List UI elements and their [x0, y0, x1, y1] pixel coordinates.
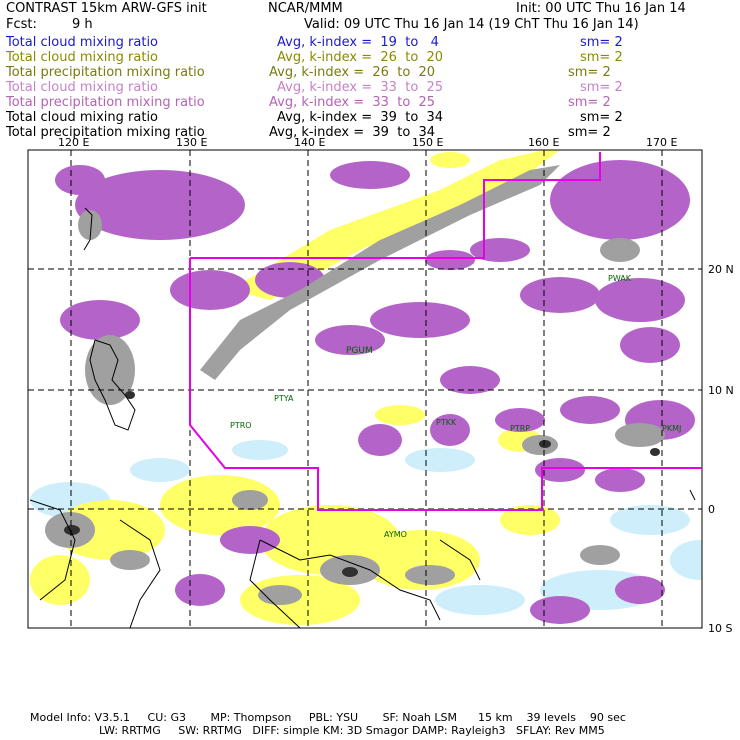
lon-label: 120 E — [58, 136, 90, 149]
station-label: PKMJ — [662, 424, 682, 433]
model-info-line2: LW: RRTMG SW: RRTMG DIFF: simple KM: 3D … — [99, 724, 605, 737]
fcst-value: 9 h — [72, 17, 93, 32]
lon-label: 140 E — [294, 136, 326, 149]
fcst-label: Fcst: — [6, 17, 37, 32]
map-title: CONTRAST 15km ARW-GFS init — [6, 1, 207, 16]
station-label: PTRO — [230, 421, 252, 430]
lon-label: 130 E — [176, 136, 208, 149]
lon-label: 160 E — [528, 136, 560, 149]
station-label: PTYA — [274, 394, 294, 403]
station-label: PWAK — [608, 274, 632, 283]
init-time: Init: 00 UTC Thu 16 Jan 14 — [516, 1, 686, 16]
lat-label: 20 N — [708, 263, 734, 276]
station-label: AYMO — [384, 530, 407, 539]
model-info-line1: Model Info: V3.5.1 CU: G3 MP: Thompson P… — [30, 711, 626, 724]
station-label: PGUM — [346, 346, 373, 356]
lon-label: 150 E — [412, 136, 444, 149]
lat-label: 10 N — [708, 384, 734, 397]
station-label: PTKK — [436, 418, 457, 427]
lon-label: 170 E — [646, 136, 678, 149]
org-label: NCAR/MMM — [268, 1, 343, 16]
field-row: Total precipitation mixing ratio Avg, k-i… — [6, 125, 611, 140]
valid-time: Valid: 09 UTC Thu 16 Jan 14 (19 ChT Thu … — [304, 17, 639, 32]
lat-label: 0 — [708, 503, 715, 516]
lat-label: 10 S — [708, 622, 733, 635]
station-label: PTRP — [510, 424, 531, 433]
